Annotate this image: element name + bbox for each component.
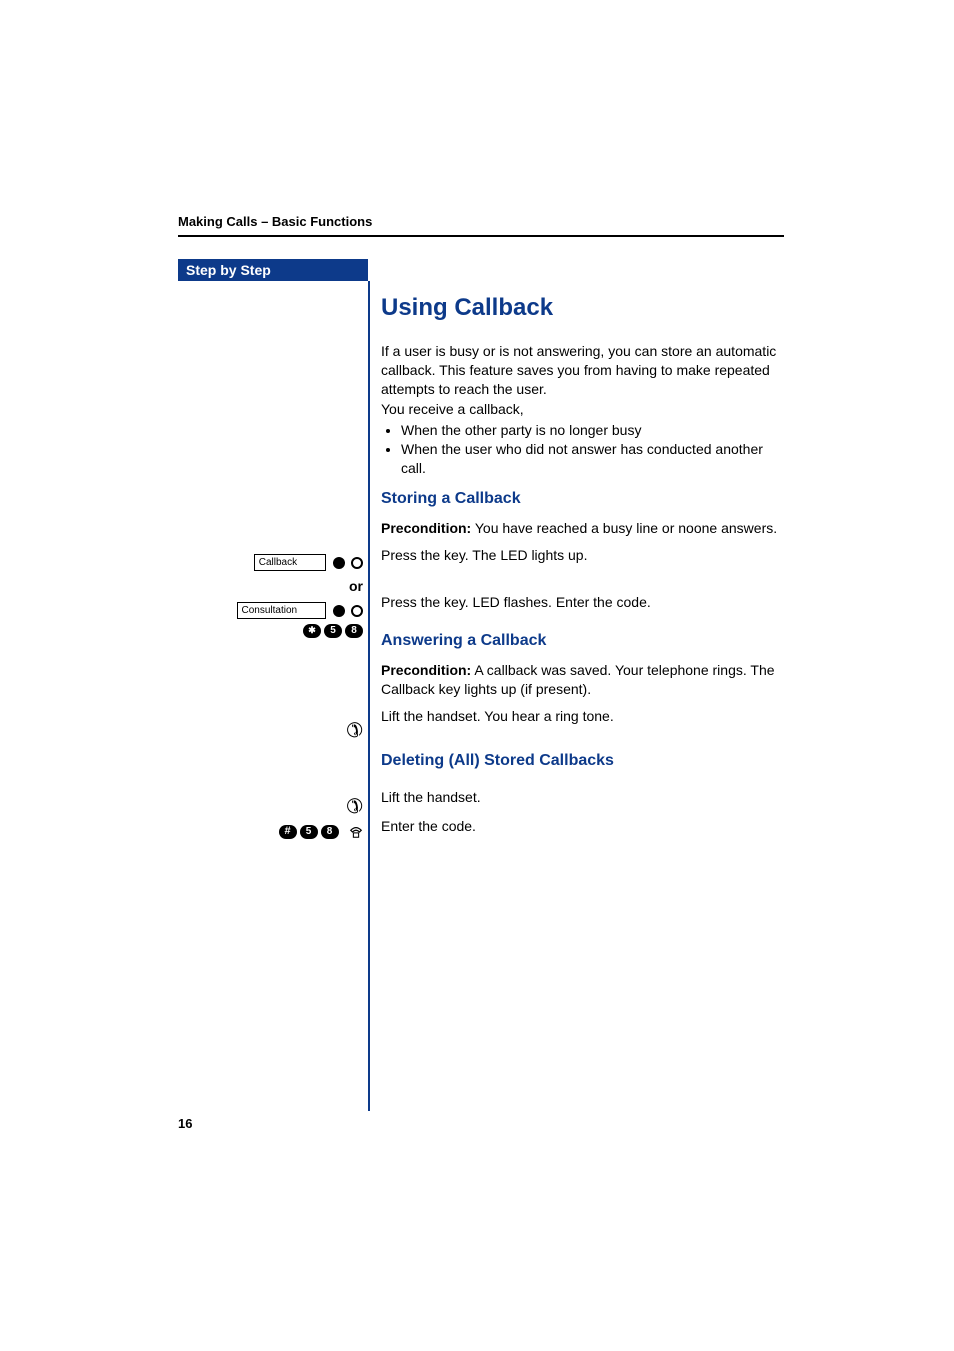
deleting-code-icon: 5 8 [279,823,363,841]
keycap-star-icon [303,624,321,638]
led-ring-icon [351,605,363,617]
consultation-key-icon: Consultation [237,602,364,620]
step-lift-ring: Lift the handset. You hear a ring tone. [381,707,781,726]
or-label: or [349,578,363,594]
storing-heading: Storing a Callback [381,488,781,510]
chapter-header: Making Calls – Basic Functions [178,214,784,237]
keypad-icon: 5 8 [279,825,339,839]
step-press-flash: Press the key. LED flashes. Enter the co… [381,593,781,612]
keycap-8-icon: 8 [321,825,339,839]
storing-precondition: Precondition: You have reached a busy li… [381,519,781,538]
keycap-8-icon: 8 [345,624,363,638]
keypad-icon: 5 8 [303,624,363,638]
led-on-icon [333,605,345,617]
answering-heading: Answering a Callback [381,630,781,652]
lift-handset-icon-block: ✆ [346,721,363,741]
handset-onhook-icon [349,825,363,839]
answering-precondition: Precondition: A callback was saved. Your… [381,661,781,699]
deleting-heading: Deleting (All) Stored Callbacks [381,750,781,772]
bullet-item: When the other party is no longer busy [401,421,781,440]
intro-paragraph: If a user is busy or is not answering, y… [381,342,781,399]
callback-key-icon: Callback [254,554,363,572]
handset-lift-icon: ✆ [345,796,365,819]
callback-key-label: Callback [254,554,326,571]
intro-bullets: When the other party is no longer busy W… [381,421,781,478]
sidebar-rule [368,281,370,1111]
keycap-hash-icon [279,825,297,839]
lift-handset-icon-block-2: ✆ [346,797,363,817]
keycap-5-icon: 5 [300,825,318,839]
keycap-5-icon: 5 [324,624,342,638]
precondition-text: You have reached a busy line or noone an… [471,520,777,536]
step-press-led: Press the key. The LED lights up. [381,546,781,565]
document-page: Making Calls – Basic Functions Step by S… [0,0,954,1351]
handset-lift-icon: ✆ [345,720,365,743]
led-on-icon [333,557,345,569]
page-title: Using Callback [381,292,781,324]
consultation-key-label: Consultation [237,602,327,619]
step-enter-code: Enter the code. [381,817,781,836]
precondition-label: Precondition: [381,662,471,678]
precondition-label: Precondition: [381,520,471,536]
step-by-step-box: Step by Step [178,259,368,281]
bullet-item: When the user who did not answer has con… [401,440,781,478]
storing-code-icon: 5 8 [303,622,363,640]
page-number: 16 [178,1116,192,1131]
intro-paragraph-2: You receive a callback, [381,400,781,419]
step-lift: Lift the handset. [381,788,781,807]
content-column: Using Callback If a user is busy or is n… [381,292,781,850]
led-ring-icon [351,557,363,569]
or-separator: or [349,578,363,596]
